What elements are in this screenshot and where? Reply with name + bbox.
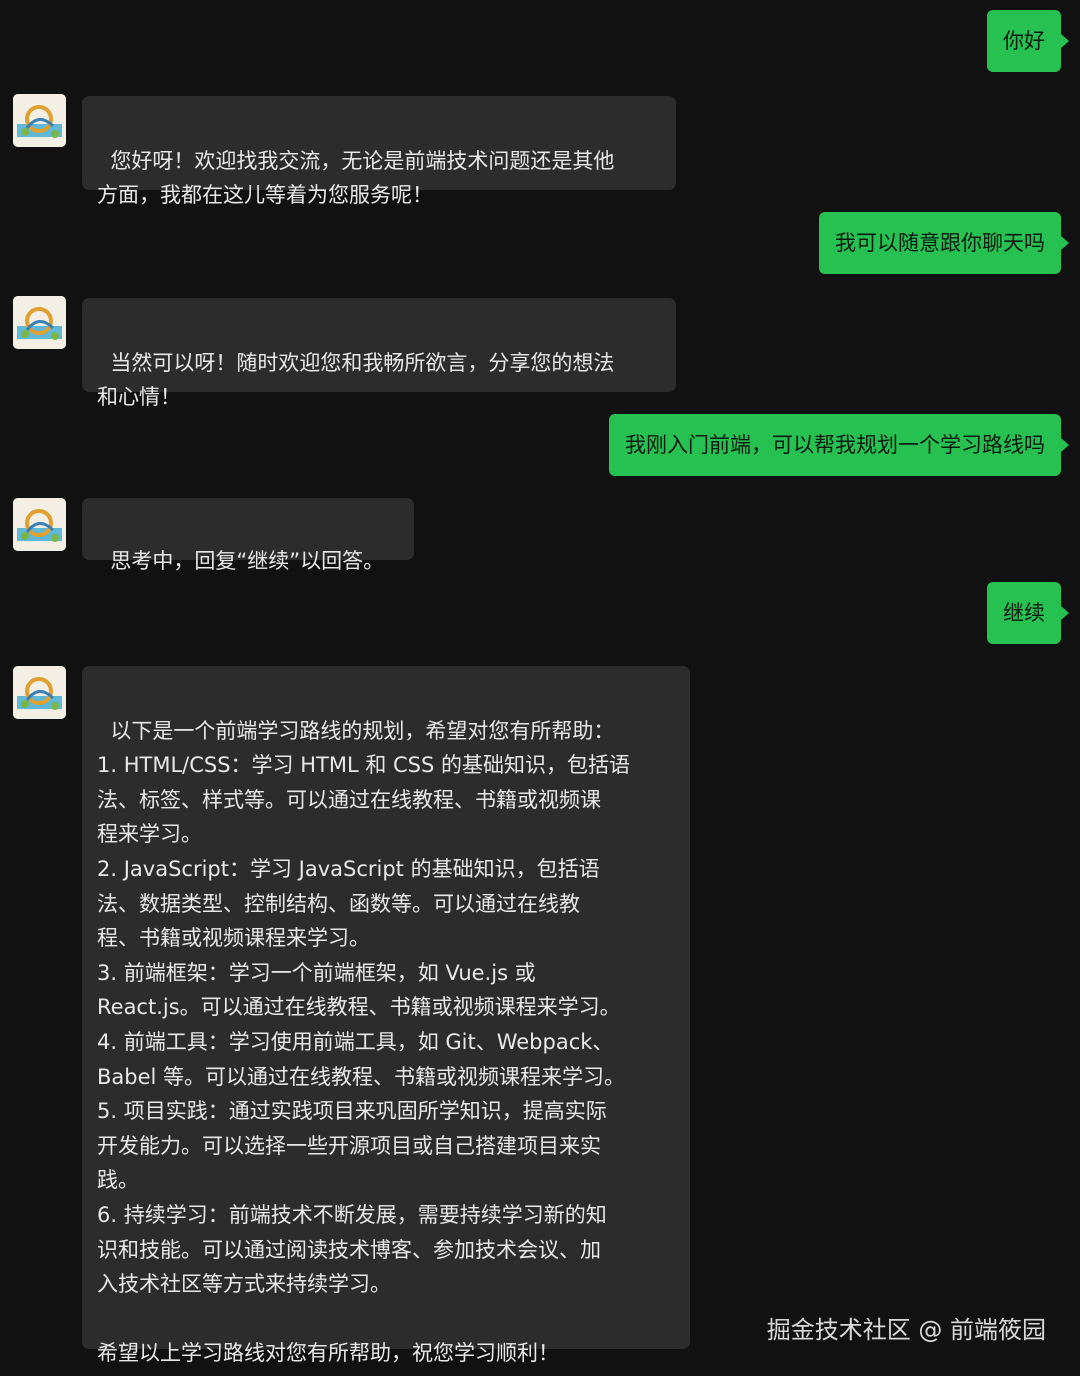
bot-avatar[interactable] [13,94,66,147]
message-bubble-incoming: 当然可以呀！随时欢迎您和我畅所欲言，分享您的想法 和心情！ [82,298,676,409]
avatar-icon [13,666,66,719]
message-bubble-outgoing: 你好 [987,10,1069,72]
message-bubble-outgoing: 我可以随意跟你聊天吗 [819,212,1069,274]
avatar-icon [13,498,66,551]
message-text: 继续 [1003,601,1045,625]
message-bubble-incoming: 您好呀！欢迎找我交流，无论是前端技术问题还是其他 方面，我都在这儿等着为您服务呢… [82,96,676,207]
message-bubble-incoming: 以下是一个前端学习路线的规划，希望对您有所帮助： 1. HTML/CSS：学习 … [82,666,690,1365]
bot-avatar[interactable] [13,666,66,719]
message-text: 思考中，回复“继续”以回答。 [110,549,385,573]
message-text: 我可以随意跟你聊天吗 [835,231,1045,255]
message-text: 您好呀！欢迎找我交流，无论是前端技术问题还是其他 方面，我都在这儿等着为您服务呢… [97,148,615,208]
message-bubble-incoming: 思考中，回复“继续”以回答。 [82,498,414,573]
avatar-icon [13,94,66,147]
message-text: 你好 [1003,29,1045,53]
bot-avatar[interactable] [13,498,66,551]
avatar-icon [13,296,66,349]
watermark: 掘金技术社区 @ 前端筱园 [766,1316,1046,1344]
message-text: 以下是一个前端学习路线的规划，希望对您有所帮助： 1. HTML/CSS：学习 … [97,718,631,1366]
message-text: 当然可以呀！随时欢迎您和我畅所欲言，分享您的想法 和心情！ [97,350,615,410]
message-text: 我刚入门前端，可以帮我规划一个学习路线吗 [625,433,1045,457]
message-bubble-outgoing: 继续 [987,582,1069,644]
message-bubble-outgoing: 我刚入门前端，可以帮我规划一个学习路线吗 [609,414,1069,476]
bot-avatar[interactable] [13,296,66,349]
